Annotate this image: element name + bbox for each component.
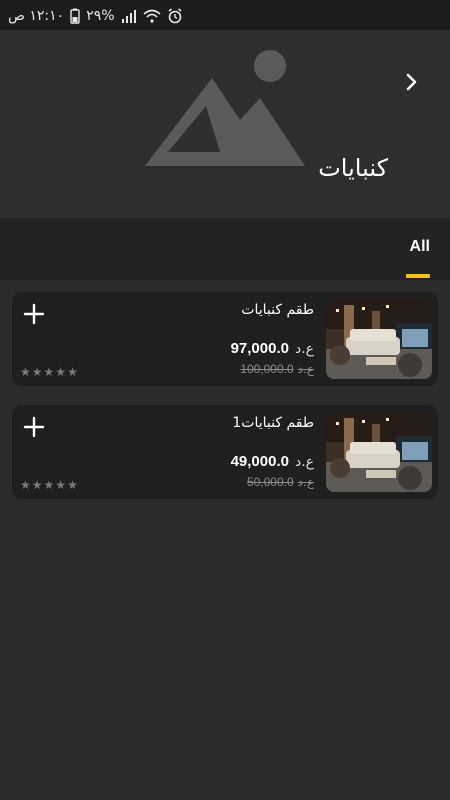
signal-icon <box>121 9 137 23</box>
rating-stars: ★ ★ ★ ★ ★ <box>20 478 78 492</box>
star-icon: ★ <box>67 478 78 492</box>
star-icon: ★ <box>31 478 43 492</box>
product-old-price: 50,000.0 <box>246 475 294 489</box>
product-name[interactable]: طقم كنبايات <box>241 302 314 318</box>
back-button[interactable] <box>398 68 426 96</box>
category-header: كنبايات <box>0 30 450 218</box>
product-name[interactable]: طقم كنبايات1 <box>232 415 314 431</box>
product-price: 97,000.0 <box>230 340 289 357</box>
alarm-icon <box>167 8 183 24</box>
product-old-price: 100,000.0 <box>240 362 294 376</box>
chevron-right-icon <box>406 73 417 91</box>
rating-stars: ★ ★ ★ ★ ★ <box>20 365 78 379</box>
tab-active-indicator <box>406 274 430 278</box>
old-price-row: ع.د 50,000.0 <box>247 475 314 489</box>
product-card[interactable]: طقم كنبايات ع.د 97,000.0 ع.د 100,000.0 ★… <box>12 292 438 386</box>
status-bar-left: ١٢:١٠ ص ٢٩% <box>8 6 183 26</box>
star-icon: ★ <box>55 478 67 492</box>
plus-icon <box>23 303 45 325</box>
currency-label: ع.د <box>294 454 314 470</box>
product-image[interactable] <box>326 412 432 492</box>
battery-percent: ٢٩% <box>86 8 115 24</box>
star-icon: ★ <box>31 365 43 379</box>
status-bar: ١٢:١٠ ص ٢٩% <box>0 0 450 30</box>
old-currency-label: ع.د <box>297 475 314 489</box>
product-price: 49,000.0 <box>230 453 289 470</box>
star-icon: ★ <box>20 365 31 379</box>
star-icon: ★ <box>55 365 67 379</box>
star-icon: ★ <box>20 478 31 492</box>
star-icon: ★ <box>43 478 55 492</box>
currency-label: ع.د <box>294 341 314 357</box>
tab-bar: All <box>0 218 450 280</box>
page-title: كنبايات <box>318 154 388 182</box>
clock: ١٢:١٠ ص <box>8 8 65 24</box>
product-card[interactable]: طقم كنبايات1 ع.د 49,000.0 ع.د 50,000.0 ★… <box>12 405 438 499</box>
add-to-cart-button[interactable] <box>22 302 46 326</box>
old-currency-label: ع.د <box>297 362 314 376</box>
product-image[interactable] <box>326 299 432 379</box>
price-row: ع.د 97,000.0 <box>231 340 314 357</box>
old-price-row: ع.د 100,000.0 <box>240 362 314 376</box>
battery-icon <box>70 8 80 24</box>
price-row: ع.د 49,000.0 <box>231 453 314 470</box>
plus-icon <box>23 416 45 438</box>
tab-all[interactable]: All <box>410 238 430 256</box>
image-placeholder-icon <box>140 48 310 182</box>
star-icon: ★ <box>67 365 78 379</box>
add-to-cart-button[interactable] <box>22 415 46 439</box>
star-icon: ★ <box>43 365 55 379</box>
wifi-icon <box>143 9 161 23</box>
